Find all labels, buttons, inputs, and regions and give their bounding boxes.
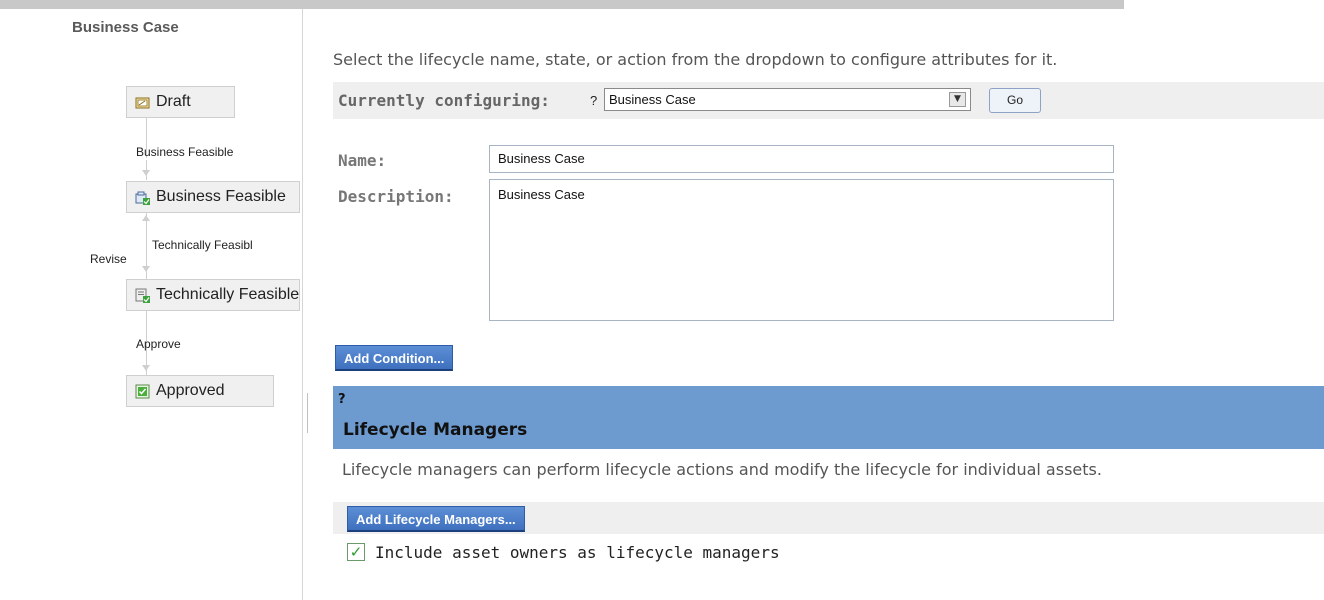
- chevron-down-icon[interactable]: ▼: [949, 92, 966, 107]
- name-value: Business Case: [498, 151, 585, 166]
- add-lifecycle-managers-button[interactable]: Add Lifecycle Managers...: [347, 506, 525, 532]
- add-condition-button[interactable]: Add Condition...: [335, 345, 454, 371]
- state-business-feasible[interactable]: Business Feasible: [126, 181, 300, 213]
- lifecycle-element-select[interactable]: Business Case: [604, 88, 971, 111]
- select-value: Business Case: [609, 92, 696, 107]
- state-technically-feasible[interactable]: Technically Feasible: [126, 279, 300, 311]
- panel-divider: [302, 9, 303, 600]
- checkmark-icon: ✓: [349, 543, 363, 561]
- description-value: Business Case: [498, 187, 585, 202]
- draft-state-icon: [135, 97, 150, 108]
- help-icon[interactable]: ?: [338, 392, 346, 407]
- arrow-down-icon: [142, 266, 150, 272]
- technically-feasible-state-icon: [135, 288, 150, 303]
- currently-configuring-label: Currently configuring:: [338, 91, 550, 110]
- description-field[interactable]: Business Case: [489, 179, 1114, 321]
- include-owners-label[interactable]: Include asset owners as lifecycle manage…: [375, 543, 780, 562]
- name-label: Name:: [338, 151, 387, 170]
- state-label: Draft: [156, 93, 191, 110]
- state-draft[interactable]: Draft: [126, 86, 235, 118]
- help-icon[interactable]: ?: [590, 93, 597, 108]
- arrow-down-icon: [142, 365, 150, 371]
- transition-business-feasible[interactable]: Business Feasible: [136, 145, 233, 159]
- flow-connector: [146, 160, 147, 180]
- approved-state-icon: [135, 384, 150, 398]
- name-field[interactable]: Business Case: [489, 145, 1114, 173]
- state-label: Approved: [156, 382, 225, 399]
- business-feasible-state-icon: [135, 191, 150, 205]
- splitter-handle[interactable]: [307, 393, 308, 433]
- transition-approve[interactable]: Approve: [136, 337, 181, 351]
- state-label: Business Feasible: [156, 188, 286, 205]
- transition-technically-feasible[interactable]: Technically Feasibl: [152, 238, 253, 252]
- state-label: Technically Feasible: [156, 286, 300, 303]
- state-approved[interactable]: Approved: [126, 375, 274, 407]
- lifecycle-title: Business Case: [72, 19, 179, 36]
- lifecycle-managers-description: Lifecycle managers can perform lifecycle…: [342, 460, 1102, 479]
- intro-text: Select the lifecycle name, state, or act…: [333, 50, 1058, 69]
- lifecycle-managers-title: Lifecycle Managers: [343, 420, 528, 440]
- description-label: Description:: [338, 187, 454, 206]
- configuration-panel: Select the lifecycle name, state, or act…: [333, 0, 1324, 600]
- go-button[interactable]: Go: [989, 88, 1041, 113]
- transition-revise[interactable]: Revise: [90, 252, 127, 266]
- include-owners-checkbox[interactable]: ✓: [347, 543, 365, 561]
